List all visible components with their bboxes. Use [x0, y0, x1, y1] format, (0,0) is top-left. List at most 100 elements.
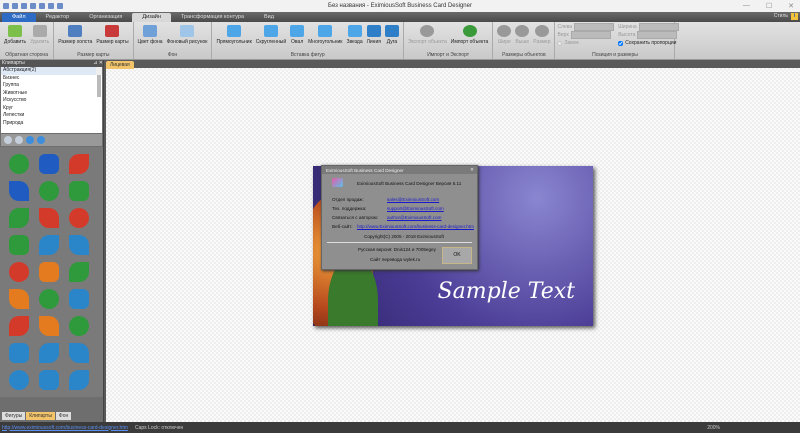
clipart-item[interactable]	[9, 316, 29, 336]
button-label: Шире	[497, 39, 511, 45]
clipart-item[interactable]	[39, 370, 59, 390]
clipart-item[interactable]	[9, 208, 29, 228]
scrollbar[interactable]	[96, 67, 102, 97]
height-input[interactable]	[637, 31, 678, 39]
clipart-item[interactable]	[39, 262, 59, 282]
clipart-item[interactable]	[39, 235, 59, 255]
tab-background[interactable]: Фон	[55, 412, 72, 420]
category-item[interactable]: Абстракция(2)	[1, 67, 102, 75]
tab-transform[interactable]: Трансформация контура	[171, 13, 254, 22]
contact-label: Отдел продаж:	[332, 197, 364, 202]
close-button[interactable]: ✕	[788, 2, 794, 10]
category-item[interactable]: Круг	[1, 105, 102, 113]
ribbon-button[interactable]: Размер	[531, 23, 552, 51]
width-input[interactable]	[638, 23, 679, 31]
ribbon-button[interactable]: Экспорт объекта	[406, 23, 449, 51]
ribbon-button[interactable]: Цвет фона	[136, 23, 165, 51]
category-item[interactable]: Природа	[1, 120, 102, 128]
next-icon[interactable]	[26, 136, 34, 144]
minimize-button[interactable]: —	[743, 2, 750, 10]
maximize-button[interactable]: ☐	[766, 2, 772, 10]
copyright: Copyright(C) 2005 - 2018 EximiousSoft	[364, 234, 444, 239]
clipart-item[interactable]	[9, 235, 29, 255]
clipart-item[interactable]	[9, 181, 29, 201]
tab-design[interactable]: Дизайн	[132, 13, 171, 22]
clipart-item[interactable]	[9, 262, 29, 282]
ribbon-button[interactable]: Шире	[495, 23, 513, 51]
tab-organize[interactable]: Организация	[79, 13, 132, 22]
clipart-item[interactable]	[69, 316, 89, 336]
clipart-item[interactable]	[39, 343, 59, 363]
button-icon	[347, 25, 362, 37]
ribbon-button[interactable]: Размер карты	[94, 23, 130, 51]
sample-text[interactable]: Sample Text	[438, 279, 575, 304]
ribbon-button[interactable]: Линия	[365, 23, 383, 51]
contact-link[interactable]: http://www.EximiousSoft.com/business-car…	[357, 224, 474, 229]
ribbon-button[interactable]: Фоновый рисунок	[165, 23, 210, 51]
keep-ratio-checkbox[interactable]	[618, 40, 624, 46]
clipart-item[interactable]	[39, 181, 59, 201]
tab-file[interactable]: Файл	[2, 13, 36, 22]
tab-editor[interactable]: Редактор	[36, 13, 80, 22]
clipart-item[interactable]	[39, 316, 59, 336]
about-dialog: EximiousSoft Business Card Designer ✕ Exi…	[321, 165, 478, 270]
lock-checkbox[interactable]	[557, 40, 563, 46]
button-icon	[180, 25, 194, 37]
clipart-item[interactable]	[69, 235, 89, 255]
category-item[interactable]: Бизнес	[1, 75, 102, 83]
button-label: Размер	[533, 39, 551, 45]
tab-view[interactable]: Вид	[254, 13, 284, 22]
top-input[interactable]	[570, 31, 611, 39]
clipart-item[interactable]	[69, 181, 89, 201]
ribbon-button[interactable]: Овал	[288, 23, 306, 51]
ribbon-button[interactable]: Добавить	[2, 23, 28, 51]
category-item[interactable]: Лепестки	[1, 112, 102, 120]
clipart-item[interactable]	[69, 154, 89, 174]
category-item[interactable]: Группа	[1, 82, 102, 90]
contact-link[interactable]: sales@EximiousSoft.com	[387, 197, 439, 202]
ok-button[interactable]: OK	[442, 247, 472, 264]
website-link[interactable]: http://www.eximioussoft.com/business-car…	[0, 425, 135, 431]
ribbon-button[interactable]: Размер холста	[56, 23, 94, 51]
ribbon-button[interactable]: Импорт объекта	[449, 23, 491, 51]
ribbon-button[interactable]: Дуга	[383, 23, 401, 51]
ribbon-button[interactable]: Многоугольник	[306, 23, 344, 51]
tab-shapes[interactable]: Фигуры	[2, 412, 26, 420]
tab-cliparts[interactable]: Клипарты	[26, 412, 55, 420]
dialog-close-button[interactable]: ✕	[470, 167, 477, 173]
ribbon-button[interactable]: Звезда	[344, 23, 364, 51]
clipart-item[interactable]	[69, 289, 89, 309]
info-icon[interactable]: i	[791, 13, 798, 20]
clipart-item[interactable]	[9, 343, 29, 363]
panel-close-icon[interactable]: ✕	[99, 60, 103, 66]
clipart-item[interactable]	[69, 208, 89, 228]
clipart-item[interactable]	[69, 343, 89, 363]
left-input[interactable]	[574, 23, 615, 31]
clipart-item[interactable]	[39, 289, 59, 309]
pin-icon[interactable]: ⊿	[93, 60, 97, 66]
ribbon-button[interactable]: Скругленный	[254, 23, 288, 51]
clipart-item[interactable]	[69, 262, 89, 282]
category-list[interactable]: Абстракция(2) Бизнес Группа Животные Искусст…	[1, 67, 102, 133]
clipart-item[interactable]	[39, 154, 59, 174]
ribbon-button[interactable]: Удалить	[28, 23, 51, 51]
tab-front-side[interactable]: Лицевая	[106, 61, 134, 69]
ribbon-button[interactable]: Выше	[513, 23, 531, 51]
button-label: Удалить	[30, 39, 50, 45]
clipart-item[interactable]	[9, 289, 29, 309]
category-item[interactable]: Животные	[1, 90, 102, 98]
style-menu[interactable]: Стиль	[774, 13, 788, 19]
category-item[interactable]: Искусство	[1, 97, 102, 105]
clipart-item[interactable]	[9, 370, 29, 390]
last-icon[interactable]	[37, 136, 45, 144]
ribbon-button[interactable]: Прямоугольник	[214, 23, 253, 51]
group-label: Размер карты	[77, 52, 110, 58]
clipart-item[interactable]	[69, 370, 89, 390]
contact-link[interactable]: author@EximiousSoft.com	[387, 215, 441, 220]
clipart-item[interactable]	[9, 154, 29, 174]
clipart-item[interactable]	[39, 208, 59, 228]
first-icon[interactable]	[4, 136, 12, 144]
group-label: Позиция и размеры	[592, 52, 638, 58]
contact-link[interactable]: support@EximiousSoft.com	[387, 206, 444, 211]
prev-icon[interactable]	[15, 136, 23, 144]
